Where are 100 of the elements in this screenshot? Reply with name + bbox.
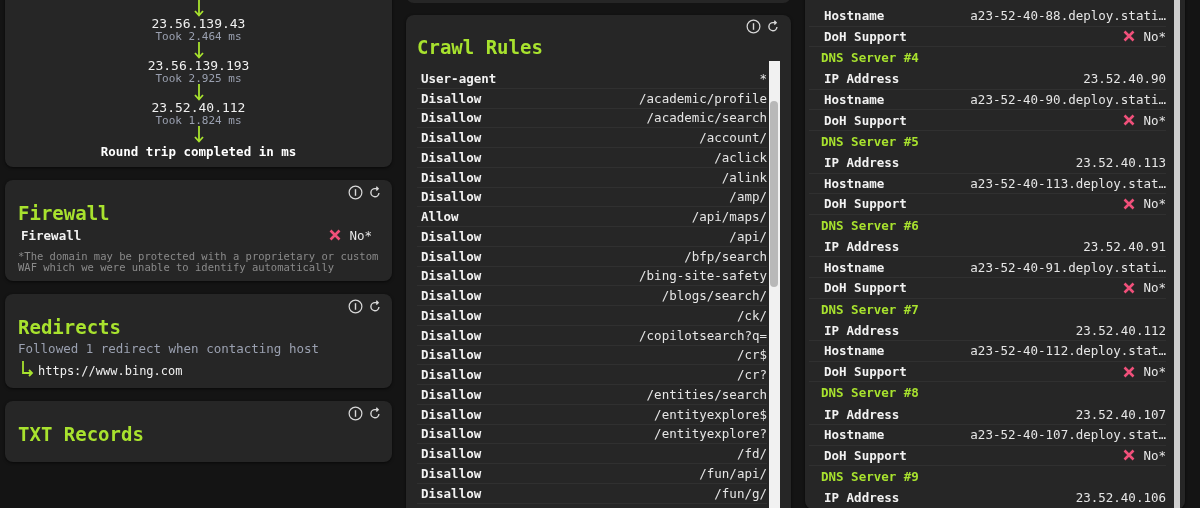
hop-time: Took 2.464 ms [155, 31, 242, 42]
rule-directive: Disallow [421, 149, 482, 165]
rule-directive: Disallow [421, 465, 482, 481]
rule-directive: Disallow [421, 446, 482, 462]
rule-directive: Disallow [421, 406, 482, 422]
row-value: a23-52-40-88.deploy.stati… [970, 8, 1166, 24]
rule-path: /academic/profile [639, 90, 767, 106]
refresh-icon[interactable] [766, 19, 780, 34]
cross-icon [1123, 114, 1136, 127]
row-value: a23-52-40-107.deploy.stat… [970, 427, 1166, 443]
rule-path: /api/maps/ [691, 209, 767, 225]
down-arrow-icon [193, 42, 204, 59]
rule-path: /alink [721, 169, 767, 185]
rule-directive: Disallow [421, 367, 482, 383]
card-title: Firewall [18, 201, 111, 225]
rule-path: /aclick [714, 149, 767, 165]
row-value: 23.52.40.112 [1075, 322, 1166, 338]
rule-path: /fun/g/ [714, 485, 767, 501]
rule-directive: Disallow [421, 248, 482, 264]
rule-directive: Disallow [421, 110, 482, 126]
status-value: No* [1143, 112, 1166, 128]
row-label: Hostname [824, 259, 885, 275]
cross-icon [329, 229, 342, 241]
down-arrow-icon [193, 84, 204, 101]
status-value: No* [1143, 28, 1166, 44]
row-value: 23.52.40.107 [1075, 406, 1166, 422]
scrollbar[interactable] [1174, 0, 1180, 508]
footnote: *The domain may be protected with a proprietary or custom WAF which we were unable to identify automatically [18, 251, 380, 272]
row-label: Hostname [824, 427, 885, 443]
row-value: 23.52.40.91 [1083, 239, 1166, 255]
down-arrow-icon [193, 0, 204, 17]
row-value: a23-52-40-91.deploy.stati… [970, 259, 1166, 275]
row-label: Firewall [21, 227, 82, 243]
round-trip-summary: Round trip completed in ms [100, 144, 297, 160]
row-label: IP Address [824, 322, 900, 338]
info-icon[interactable] [348, 299, 363, 314]
hop-ip: 23.56.139.43 [151, 17, 246, 31]
rule-directive: Disallow [421, 347, 482, 363]
rule-directive: Disallow [421, 130, 482, 146]
rule-path: /entityexplore? [654, 426, 767, 442]
dns-server-heading: DNS Server #5 [820, 132, 920, 151]
refresh-icon[interactable] [368, 185, 382, 200]
row-value: a23-52-40-113.deploy.stat… [970, 175, 1166, 191]
row-label: DoH Support [824, 364, 907, 379]
card-title: Crawl Rules [417, 35, 544, 59]
row-label: Hostname [824, 8, 885, 24]
rule-path: /fun/api/ [699, 465, 767, 481]
cross-icon [1123, 197, 1136, 210]
row-label: DoH Support [824, 447, 907, 463]
rule-directive: Disallow [421, 307, 482, 323]
cross-icon [1123, 281, 1136, 294]
rule-path: /entities/search [646, 386, 767, 402]
row-label: DoH Support [824, 280, 907, 296]
rule-path: /account/ [699, 130, 767, 146]
rule-directive: Disallow [421, 288, 482, 304]
status-value: No* [1143, 447, 1166, 463]
dns-server-heading: DNS Server #7 [820, 300, 920, 319]
refresh-icon[interactable] [368, 299, 382, 314]
rule-path: /fd/ [736, 446, 767, 462]
rule-path: /academic/search [646, 110, 767, 126]
rule-directive: Disallow [421, 426, 482, 442]
rule-directive: Disallow [421, 169, 482, 185]
dns-server-heading: DNS Server #6 [820, 216, 920, 235]
row-value: a23-52-40-112.deploy.stat… [970, 343, 1166, 359]
rule-path: /ck/ [736, 307, 767, 323]
dns-server-heading: DNS Server #8 [820, 384, 920, 403]
return-arrow-icon [20, 360, 34, 378]
row-value: 23.52.40.113 [1075, 155, 1166, 171]
refresh-icon[interactable] [368, 406, 382, 421]
hop-ip: 23.52.40.112 [151, 101, 246, 115]
down-arrow-icon [193, 126, 204, 143]
scrollbar[interactable] [769, 61, 780, 508]
rule-directive: Disallow [421, 268, 482, 284]
rule-path: /bfp/search [684, 248, 767, 264]
status-value: No* [349, 227, 372, 243]
info-icon[interactable] [348, 406, 363, 421]
rule-path: /blogs/search/ [661, 288, 767, 304]
row-label: DoH Support [824, 196, 907, 212]
row-value: a23-52-40-90.deploy.stati… [970, 92, 1166, 108]
cross-icon [1123, 449, 1136, 462]
status-value: No* [1143, 196, 1166, 212]
row-label: Hostname [824, 343, 885, 359]
row-value: 23.52.40.106 [1075, 490, 1166, 506]
info-icon[interactable] [348, 185, 363, 200]
rule-path: /copilotsearch?q= [639, 327, 767, 343]
row-label: IP Address [824, 71, 900, 87]
row-label: IP Address [824, 239, 900, 255]
info-icon[interactable] [746, 19, 761, 34]
rule-directive: Allow [421, 209, 459, 225]
rule-path: /cr? [736, 367, 767, 383]
rule-path: /entityexplore$ [654, 406, 767, 422]
hop-ip: 23.56.139.193 [147, 59, 250, 73]
rule-directive: Disallow [421, 327, 482, 343]
row-label: DoH Support [824, 28, 907, 44]
row-label: IP Address [824, 490, 900, 506]
row-label: Hostname [824, 92, 885, 108]
row-label: DoH Support [824, 112, 907, 128]
hop-time: Took 2.925 ms [155, 73, 242, 84]
rule-directive: Disallow [421, 189, 482, 205]
rule-path: /amp/ [729, 189, 767, 205]
